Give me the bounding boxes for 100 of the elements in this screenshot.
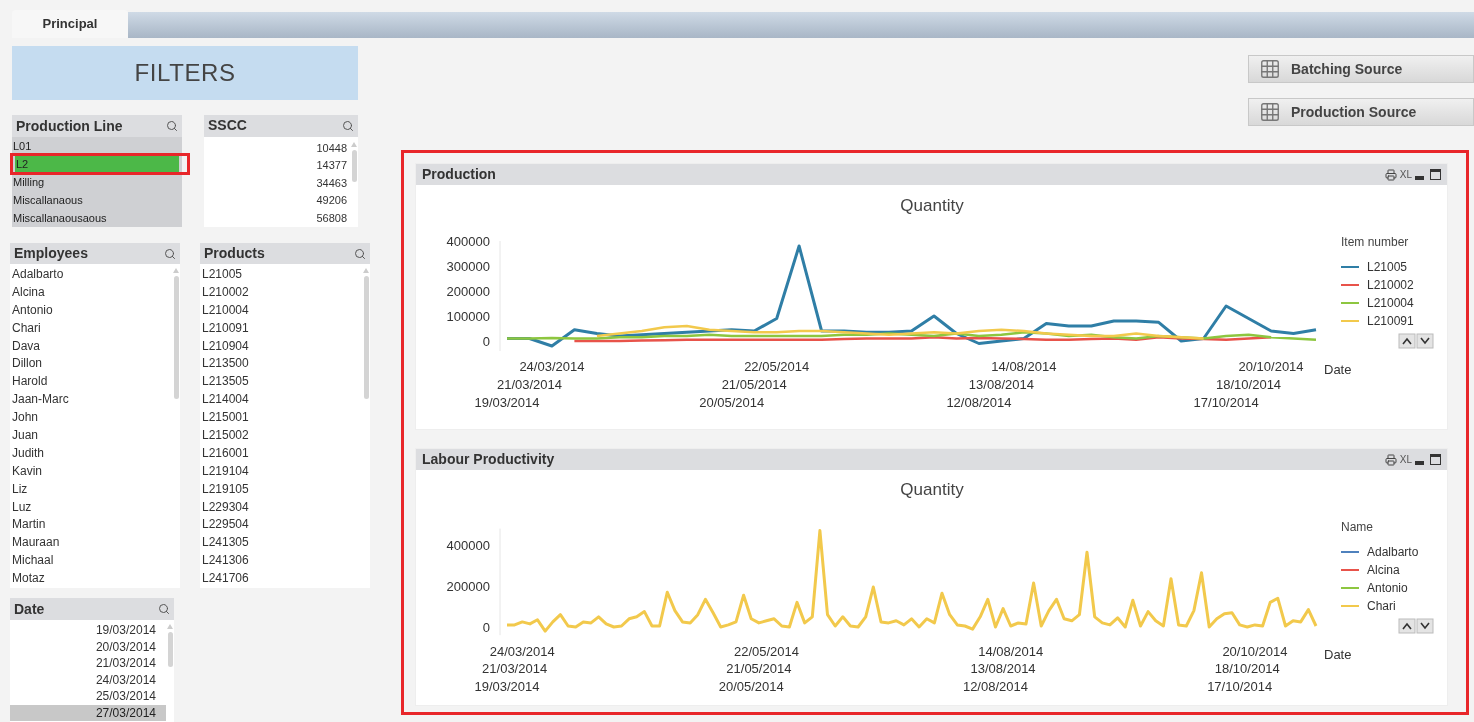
list-item[interactable]: 21/03/2014 [10,655,166,672]
list-item[interactable]: L210904 [200,337,362,356]
x-tick-label: 21/03/2014 [482,661,548,676]
export-button[interactable]: XL [1399,454,1412,465]
list-item[interactable]: Alcina [10,283,172,302]
list-item[interactable]: Martin [10,516,172,535]
list-item[interactable]: 25/03/2014 [10,688,166,705]
list-item[interactable]: Jaan-Marc [10,391,172,410]
chart-title: Quantity [900,480,964,499]
list-item[interactable]: Michaal [10,552,172,571]
y-tick-label: 400000 [446,538,490,553]
print-icon[interactable] [1384,453,1397,466]
search-icon[interactable] [158,603,170,615]
maximize-icon[interactable] [1430,454,1441,465]
list-item[interactable]: L241706 [200,570,362,589]
listbox-title: SSCC [208,116,247,136]
list-item[interactable]: L214004 [200,391,362,410]
list-item[interactable]: Harold [10,373,172,392]
export-button[interactable]: XL [1399,169,1412,180]
list-item[interactable]: 24/03/2014 [10,671,166,688]
list-item[interactable]: L241306 [200,552,362,571]
list-item[interactable]: L216001 [200,444,362,463]
x-tick-label: 18/10/2014 [1214,661,1280,676]
list-item[interactable]: 27/03/2014 [10,704,166,721]
search-icon[interactable] [164,247,176,260]
list-item[interactable]: Miscallanaousaous [12,209,182,227]
list-item[interactable]: L229304 [200,498,362,517]
legend-label: L210004 [1367,296,1414,310]
list-item[interactable]: L210091 [200,319,362,338]
scroll-up-icon[interactable] [1398,333,1416,349]
list-item[interactable]: 14377 [316,157,347,175]
x-tick-label: 20/05/2014 [718,679,784,694]
search-icon[interactable] [354,247,366,260]
x-tick-label: 24/03/2014 [519,359,585,374]
listbox-title: Date [14,599,45,619]
print-icon[interactable] [1384,168,1397,181]
scroll-up-icon[interactable] [1398,618,1416,634]
listbox-title: Employees [14,244,88,263]
list-item[interactable]: L210004 [200,301,362,320]
list-item[interactable]: L241305 [200,534,362,553]
list-item[interactable]: Liz [10,480,172,499]
x-tick-label: 21/05/2014 [721,377,787,392]
x-tick-label: 21/05/2014 [726,661,792,676]
banner-title: FILTERS [134,58,236,88]
search-icon[interactable] [166,120,178,132]
list-item[interactable]: 20/03/2014 [10,638,166,655]
list-item[interactable]: 34463 [316,174,347,192]
x-tick-label: 12/08/2014 [962,679,1028,694]
legend-label: L210091 [1367,314,1414,328]
list-item[interactable]: Luz [10,498,172,517]
list-item[interactable]: Chari [10,319,172,338]
list-item[interactable]: Judith [10,444,172,463]
list-item[interactable]: L21005 [200,266,362,284]
y-tick-label: 0 [482,620,490,635]
minimize-icon[interactable] [1415,175,1424,180]
y-tick-label: 300000 [446,259,490,274]
x-tick-label: 19/03/2014 [474,395,540,410]
list-item[interactable]: Dillon [10,355,172,374]
list-item[interactable]: L213500 [200,355,362,374]
search-icon[interactable] [342,119,354,132]
legend-title: Name [1341,520,1373,534]
scroll-down-icon[interactable] [1416,618,1434,634]
list-item[interactable]: Juan [10,427,172,445]
list-item[interactable]: L219104 [200,462,362,481]
y-tick-label: 400000 [446,234,490,249]
legend-label: Antonio [1367,581,1408,595]
list-item[interactable]: Antonio [10,301,172,320]
list-item[interactable]: Miscallanaous [12,191,182,209]
minimize-icon[interactable] [1415,460,1424,465]
list-item[interactable]: Adalbarto [10,266,172,284]
x-tick-label: 17/10/2014 [1193,395,1259,410]
list-item[interactable]: Kavin [10,462,172,481]
list-item[interactable]: 56808 [316,209,347,227]
list-item[interactable]: L229504 [200,516,362,535]
list-item[interactable]: Milling [12,173,182,191]
x-tick-label: 14/08/2014 [991,359,1057,374]
scroll-down-icon[interactable] [1416,333,1434,349]
list-item[interactable]: 49206 [316,192,347,210]
chart-title: Quantity [900,196,964,215]
list-item[interactable]: L219105 [200,480,362,499]
list-item[interactable]: L213505 [200,373,362,392]
y-tick-label: 0 [482,334,490,349]
list-item[interactable]: 10448 [316,139,347,157]
list-item[interactable]: L215002 [200,427,362,445]
list-item[interactable]: L01 [12,137,182,155]
table-icon [1259,101,1281,123]
list-item[interactable]: L215001 [200,409,362,427]
list-item[interactable]: Dava [10,337,172,356]
x-tick-label: 19/03/2014 [474,679,540,694]
x-tick-label: 22/05/2014 [733,644,800,659]
list-item[interactable]: Mauraan [10,534,172,553]
list-item[interactable]: John [10,409,172,427]
x-tick-label: 13/08/2014 [970,661,1036,676]
maximize-icon[interactable] [1430,169,1441,180]
table-button[interactable]: Batching Source [1248,55,1474,83]
list-item[interactable]: L210002 [200,283,362,302]
sheet-tab[interactable]: Principal [12,10,128,38]
list-item[interactable]: 19/03/2014 [10,622,166,639]
list-item[interactable]: Motaz [10,570,172,589]
table-button[interactable]: Production Source [1248,98,1474,126]
